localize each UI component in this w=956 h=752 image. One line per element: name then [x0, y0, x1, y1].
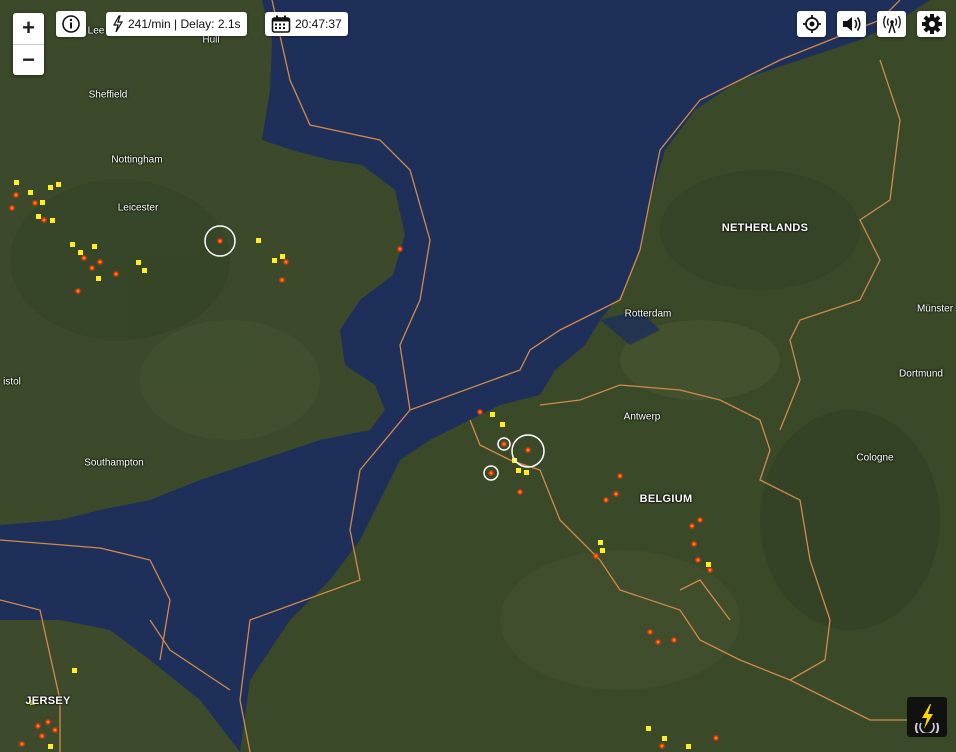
antenna-icon	[882, 15, 901, 34]
calendar-icon	[271, 15, 291, 33]
place-cologne: Cologne	[856, 452, 894, 464]
speaker-icon	[842, 17, 861, 31]
place-nottingham: Nottingham	[111, 154, 163, 166]
gear-icon	[921, 14, 942, 34]
sound-button[interactable]	[837, 11, 866, 37]
place-leicester: Leicester	[117, 202, 159, 214]
stations-button[interactable]	[877, 11, 906, 37]
zoom-out-button[interactable]: −	[13, 44, 44, 76]
locate-button[interactable]	[797, 11, 826, 37]
info-icon	[62, 15, 80, 33]
zoom-control: + −	[13, 13, 44, 75]
map[interactable]	[0, 0, 956, 752]
settings-button[interactable]	[917, 11, 946, 37]
place-rotterdam: Rotterdam	[624, 308, 672, 320]
locate-icon	[802, 15, 821, 33]
place-antwerp: Antwerp	[623, 411, 661, 423]
zoom-in-button[interactable]: +	[13, 13, 44, 44]
logo-button[interactable]	[907, 697, 947, 737]
lightning-icon	[112, 15, 124, 33]
info-button[interactable]	[56, 11, 86, 37]
place-bristol: istol	[3, 376, 21, 388]
lightning-logo-icon	[915, 704, 939, 733]
place-sheffield: Sheffield	[88, 89, 128, 101]
place-netherlands: NETHERLANDS	[721, 222, 809, 234]
place-munster: Münster	[916, 303, 954, 315]
place-jersey: JERSEY	[25, 695, 71, 707]
time-text: 20:47:37	[295, 17, 342, 31]
time-display[interactable]: 20:47:37	[265, 12, 348, 36]
place-dortmund: Dortmund	[899, 368, 943, 380]
rate-display[interactable]: 241/min | Delay: 2.1s	[106, 12, 247, 36]
place-hull: Hull	[202, 34, 220, 46]
place-southampton: Southampton	[84, 457, 144, 469]
place-belgium: BELGIUM	[639, 493, 693, 505]
place-leeds: Lee	[87, 25, 105, 37]
rate-text: 241/min | Delay: 2.1s	[128, 17, 241, 31]
